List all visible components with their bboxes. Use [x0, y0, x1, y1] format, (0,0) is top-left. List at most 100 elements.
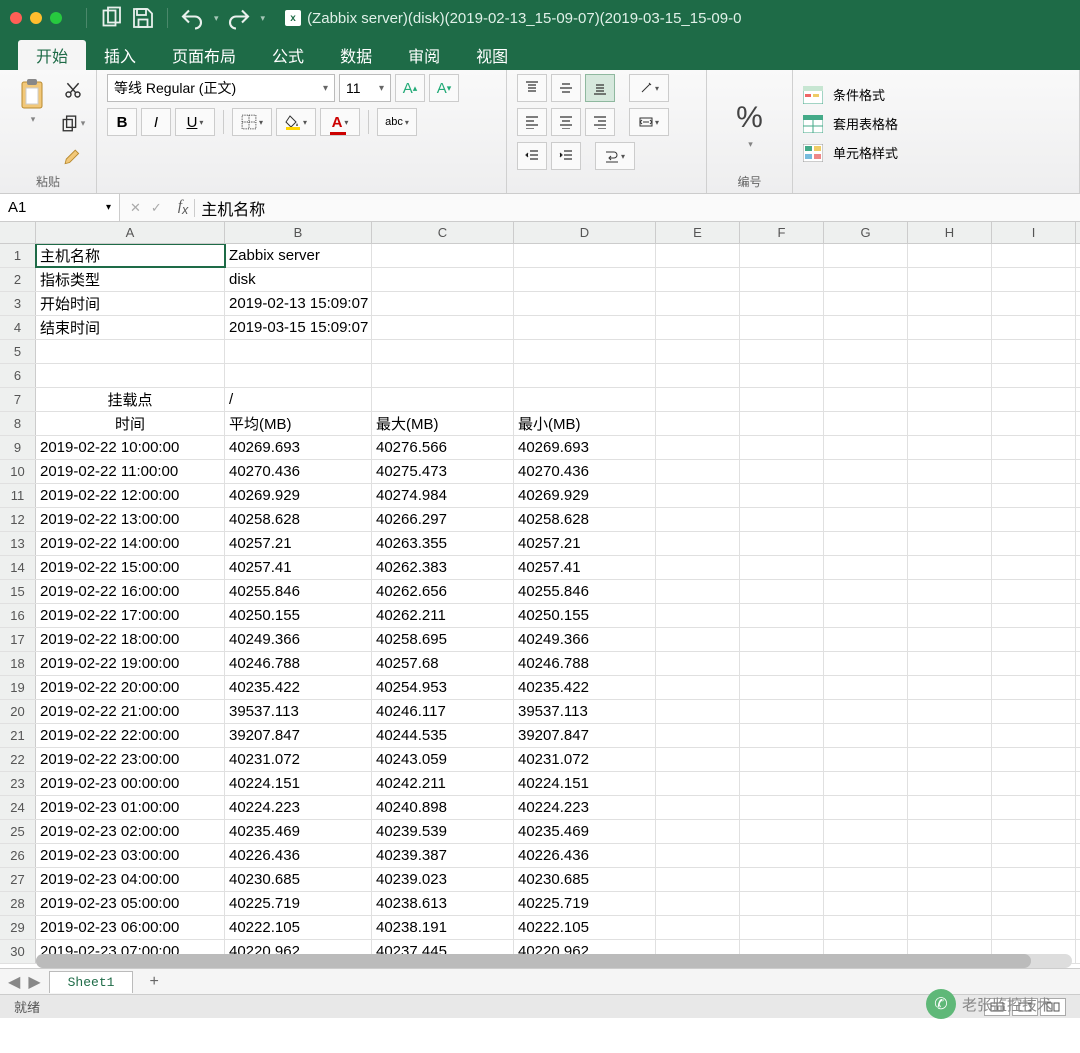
cell[interactable] — [656, 460, 740, 483]
cell[interactable] — [740, 796, 824, 819]
table-row[interactable]: 8时间平均(MB)最大(MB)最小(MB) — [0, 412, 1080, 436]
cell[interactable] — [656, 652, 740, 675]
cell[interactable] — [824, 916, 908, 939]
cell[interactable]: 40235.422 — [225, 676, 372, 699]
cell[interactable] — [740, 292, 824, 315]
fx-icon[interactable]: fx — [172, 198, 194, 217]
cell[interactable] — [908, 364, 992, 387]
cell[interactable]: 时间 — [36, 412, 225, 435]
format-painter-icon[interactable] — [60, 145, 86, 171]
cancel-formula-icon[interactable]: ✕ — [130, 200, 141, 216]
bold-button[interactable]: B — [107, 108, 137, 136]
cell[interactable] — [824, 556, 908, 579]
cell[interactable]: 2019-02-22 14:00:00 — [36, 532, 225, 555]
indent-decrease-button[interactable] — [517, 142, 547, 170]
cell[interactable] — [908, 268, 992, 291]
zoom-window-icon[interactable] — [50, 12, 62, 24]
cell[interactable]: 40269.929 — [225, 484, 372, 507]
font-color-button[interactable]: A▾ — [320, 108, 360, 136]
orientation-button[interactable]: ▾ — [629, 74, 669, 102]
cell[interactable]: 40250.155 — [514, 604, 656, 627]
cell[interactable] — [824, 724, 908, 747]
cell[interactable] — [740, 340, 824, 363]
cell[interactable]: 40242.211 — [372, 772, 514, 795]
table-row[interactable]: 4结束时间2019-03-15 15:09:07 — [0, 316, 1080, 340]
cell[interactable]: / — [225, 388, 372, 411]
cell[interactable] — [656, 892, 740, 915]
paste-button[interactable]: ▾ — [10, 74, 54, 173]
cell[interactable]: 2019-02-22 16:00:00 — [36, 580, 225, 603]
cell[interactable]: 40250.155 — [225, 604, 372, 627]
cell[interactable] — [740, 412, 824, 435]
cell[interactable]: 40239.539 — [372, 820, 514, 843]
cell[interactable]: 40269.693 — [514, 436, 656, 459]
row-header[interactable]: 28 — [0, 892, 36, 915]
table-row[interactable]: 232019-02-23 00:00:0040224.15140242.2114… — [0, 772, 1080, 796]
cell[interactable] — [824, 244, 908, 267]
cell[interactable] — [908, 484, 992, 507]
cell[interactable]: 40231.072 — [514, 748, 656, 771]
cell[interactable] — [908, 700, 992, 723]
cell[interactable] — [36, 364, 225, 387]
row-header[interactable]: 6 — [0, 364, 36, 387]
cell[interactable] — [656, 508, 740, 531]
row-header[interactable]: 11 — [0, 484, 36, 507]
table-row[interactable]: 272019-02-23 04:00:0040230.68540239.0234… — [0, 868, 1080, 892]
cell[interactable]: 39537.113 — [514, 700, 656, 723]
cell[interactable] — [992, 844, 1076, 867]
cell[interactable] — [656, 412, 740, 435]
cell[interactable] — [992, 724, 1076, 747]
cell[interactable] — [992, 628, 1076, 651]
cell[interactable] — [992, 772, 1076, 795]
cell[interactable] — [824, 412, 908, 435]
ribbon-tab[interactable]: 数据 — [322, 40, 390, 70]
cell[interactable] — [372, 316, 514, 339]
cell[interactable]: 40224.223 — [514, 796, 656, 819]
underline-button[interactable]: U▾ — [175, 108, 215, 136]
cell[interactable] — [656, 916, 740, 939]
cell[interactable]: 2019-02-22 18:00:00 — [36, 628, 225, 651]
row-header[interactable]: 9 — [0, 436, 36, 459]
cell[interactable]: 40235.422 — [514, 676, 656, 699]
cell[interactable] — [992, 868, 1076, 891]
cell[interactable] — [740, 652, 824, 675]
column-header[interactable]: C — [372, 222, 514, 243]
cell[interactable] — [656, 556, 740, 579]
align-top-button[interactable] — [517, 74, 547, 102]
cell[interactable] — [656, 244, 740, 267]
cell[interactable] — [514, 340, 656, 363]
row-header[interactable]: 23 — [0, 772, 36, 795]
cell[interactable]: 开始时间 — [36, 292, 225, 315]
cell[interactable] — [514, 292, 656, 315]
font-name-combo[interactable]: 等线 Regular (正文)▾ — [107, 74, 335, 102]
cell[interactable] — [824, 628, 908, 651]
cell[interactable]: 40262.656 — [372, 580, 514, 603]
cell[interactable] — [992, 556, 1076, 579]
cell[interactable] — [824, 772, 908, 795]
cell[interactable]: 40235.469 — [225, 820, 372, 843]
cell[interactable] — [992, 316, 1076, 339]
cell[interactable] — [656, 676, 740, 699]
cell[interactable] — [656, 604, 740, 627]
cell[interactable] — [824, 364, 908, 387]
cell[interactable]: 40257.21 — [514, 532, 656, 555]
cell[interactable] — [824, 460, 908, 483]
cell[interactable]: 2019-02-22 11:00:00 — [36, 460, 225, 483]
cell[interactable]: 2019-02-23 02:00:00 — [36, 820, 225, 843]
cell[interactable] — [992, 508, 1076, 531]
cell[interactable]: 平均(MB) — [225, 412, 372, 435]
cell[interactable] — [656, 724, 740, 747]
cell[interactable] — [740, 244, 824, 267]
cell[interactable] — [908, 748, 992, 771]
cell[interactable] — [740, 916, 824, 939]
cell[interactable] — [372, 292, 514, 315]
cell[interactable] — [908, 652, 992, 675]
table-row[interactable]: 162019-02-22 17:00:0040250.15540262.2114… — [0, 604, 1080, 628]
column-header[interactable]: F — [740, 222, 824, 243]
row-header[interactable]: 8 — [0, 412, 36, 435]
cell[interactable]: 40270.436 — [514, 460, 656, 483]
cell[interactable]: 最大(MB) — [372, 412, 514, 435]
cell[interactable] — [992, 820, 1076, 843]
cell[interactable] — [656, 580, 740, 603]
table-row[interactable]: 262019-02-23 03:00:0040226.43640239.3874… — [0, 844, 1080, 868]
